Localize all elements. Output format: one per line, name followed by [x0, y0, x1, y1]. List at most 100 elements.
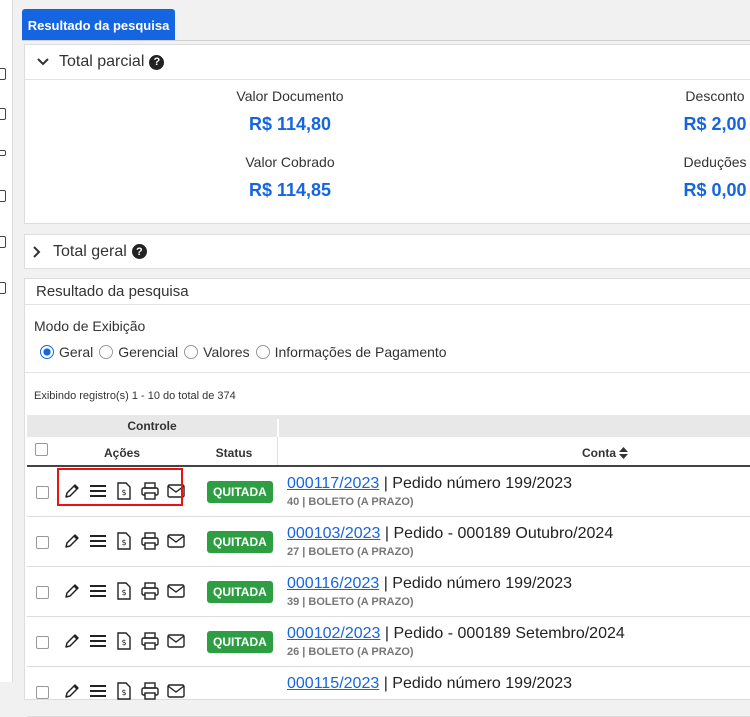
row-checkbox[interactable]: [36, 636, 49, 649]
edit-pencil-icon[interactable]: [63, 682, 81, 700]
total-parcial-panel: Total parcial ? Valor Documento R$ 114,8…: [24, 44, 750, 224]
conta-subinfo: 39 | BOLETO (A PRAZO): [287, 596, 414, 608]
desconto: Desconto R$ 2,00: [665, 88, 750, 135]
email-icon[interactable]: [167, 632, 185, 650]
svg-text:$: $: [121, 588, 126, 597]
print-icon[interactable]: [141, 682, 159, 700]
conta-cell: 000102/2023 | Pedido - 000189 Setembro/2…: [287, 625, 625, 643]
radio-geral[interactable]: Geral: [40, 344, 93, 360]
invoice-document-icon[interactable]: $: [115, 582, 133, 600]
help-icon[interactable]: ?: [131, 244, 147, 259]
total-geral-panel: Total geral ?: [24, 234, 750, 269]
select-all-checkbox[interactable]: [35, 443, 48, 456]
conta-descricao: | Pedido - 000189 Setembro/2024: [384, 625, 625, 642]
radio-button[interactable]: [99, 345, 114, 359]
chevron-right-icon: [25, 245, 49, 259]
modo-exibicao-radios: Geral Gerencial Valores Informações de P…: [40, 344, 453, 360]
table-row: $000115/2023 | Pedido número 199/2023: [27, 666, 750, 717]
conta-subinfo: 40 | BOLETO (A PRAZO): [287, 496, 414, 508]
conta-link[interactable]: 000116/2023: [287, 575, 379, 592]
desconto-label: Desconto: [685, 88, 745, 104]
table-row: $ QUITADA 000102/2023 | Pedido - 000189 Se…: [27, 616, 750, 667]
conta-link[interactable]: 000103/2023: [287, 525, 380, 542]
table-header-group: Controle: [27, 415, 750, 437]
list-menu-icon[interactable]: [89, 682, 107, 700]
conta-descricao: | Pedido número 199/2023: [383, 575, 572, 592]
list-menu-icon[interactable]: [89, 532, 107, 550]
highlight-box: [57, 468, 183, 506]
status-header: Status: [215, 446, 253, 460]
help-icon[interactable]: ?: [149, 54, 165, 70]
valor-cobrado-value: R$ 114,85: [248, 180, 332, 200]
print-icon[interactable]: [141, 632, 159, 650]
status-badge: QUITADA: [207, 481, 273, 503]
valor-documento-label: Valor Documento: [236, 88, 344, 104]
invoice-document-icon[interactable]: $: [115, 682, 133, 700]
conta-descricao: | Pedido número 199/2023: [383, 675, 572, 692]
row-checkbox[interactable]: [36, 686, 49, 699]
conta-cell: 000115/2023 | Pedido número 199/2023: [287, 675, 572, 693]
table-row: $ QUITADA 000103/2023 | Pedido - 000189 Ou…: [27, 516, 750, 567]
exibindo-registros: Exibindo registro(s) 1 - 10 do total de …: [34, 390, 236, 402]
svg-text:$: $: [121, 638, 126, 647]
sort-icon[interactable]: [619, 447, 628, 459]
valor-cobrado-label: Valor Cobrado: [245, 154, 335, 170]
conta-link[interactable]: 000117/2023: [287, 475, 379, 492]
radio-valores[interactable]: Valores: [184, 344, 250, 360]
sidebar-icon[interactable]: [0, 190, 6, 202]
row-actions: $: [63, 682, 185, 700]
left-sidebar-strip: [0, 0, 13, 682]
total-parcial-header[interactable]: Total parcial ?: [25, 45, 750, 80]
email-icon[interactable]: [167, 532, 185, 550]
list-menu-icon[interactable]: [89, 632, 107, 650]
row-checkbox[interactable]: [36, 486, 49, 499]
total-geral-header[interactable]: Total geral ?: [25, 235, 750, 268]
conta-header[interactable]: Conta: [582, 446, 628, 460]
print-icon[interactable]: [141, 582, 159, 600]
deducoes-label: Deduções: [683, 154, 747, 170]
row-actions: $: [63, 582, 185, 600]
header-divider: [277, 437, 278, 465]
tab-resultado-pesquisa[interactable]: Resultado da pesquisa: [22, 9, 175, 41]
conta-cell: 000116/2023 | Pedido número 199/2023: [287, 575, 572, 593]
list-menu-icon[interactable]: [89, 582, 107, 600]
sidebar-icon[interactable]: [0, 282, 6, 294]
email-icon[interactable]: [167, 582, 185, 600]
status-badge: QUITADA: [207, 631, 273, 653]
sidebar-icon[interactable]: [0, 68, 6, 80]
conta-subinfo: 26 | BOLETO (A PRAZO): [287, 646, 414, 658]
conta-link[interactable]: 000115/2023: [287, 675, 379, 692]
row-checkbox[interactable]: [36, 586, 49, 599]
divider: [25, 304, 750, 305]
invoice-document-icon[interactable]: $: [115, 532, 133, 550]
desconto-value: R$ 2,00: [683, 114, 747, 134]
radio-gerencial[interactable]: Gerencial: [99, 344, 178, 360]
modo-exibicao-label: Modo de Exibição: [34, 318, 146, 334]
conta-subinfo: 27 | BOLETO (A PRAZO): [287, 546, 414, 558]
deducoes-value: R$ 0,00: [683, 180, 747, 200]
email-icon[interactable]: [167, 682, 185, 700]
sidebar-icon[interactable]: [0, 236, 6, 248]
invoice-document-icon[interactable]: $: [115, 632, 133, 650]
row-checkbox[interactable]: [36, 536, 49, 549]
valor-cobrado: Valor Cobrado R$ 114,85: [215, 154, 365, 201]
controle-header: Controle: [27, 419, 279, 437]
valor-documento: Valor Documento R$ 114,80: [215, 88, 365, 135]
edit-pencil-icon[interactable]: [63, 532, 81, 550]
conta-link[interactable]: 000102/2023: [287, 625, 380, 642]
radio-button[interactable]: [255, 345, 270, 359]
radio-informacoes-pagamento[interactable]: Informações de Pagamento: [255, 344, 447, 360]
sidebar-icon[interactable]: [0, 150, 6, 156]
edit-pencil-icon[interactable]: [63, 582, 81, 600]
valor-documento-value: R$ 114,80: [248, 114, 332, 134]
radio-button[interactable]: [184, 345, 199, 359]
row-actions: $: [63, 532, 185, 550]
svg-text:$: $: [121, 688, 126, 697]
conta-descricao: | Pedido número 199/2023: [383, 475, 572, 492]
radio-button[interactable]: [40, 345, 54, 359]
print-icon[interactable]: [141, 532, 159, 550]
table-row: $ QUITADA 000116/2023 | Pedido número 199/…: [27, 566, 750, 617]
sidebar-icon[interactable]: [0, 108, 6, 120]
resultado-title: Resultado da pesquisa: [36, 283, 189, 300]
edit-pencil-icon[interactable]: [63, 632, 81, 650]
